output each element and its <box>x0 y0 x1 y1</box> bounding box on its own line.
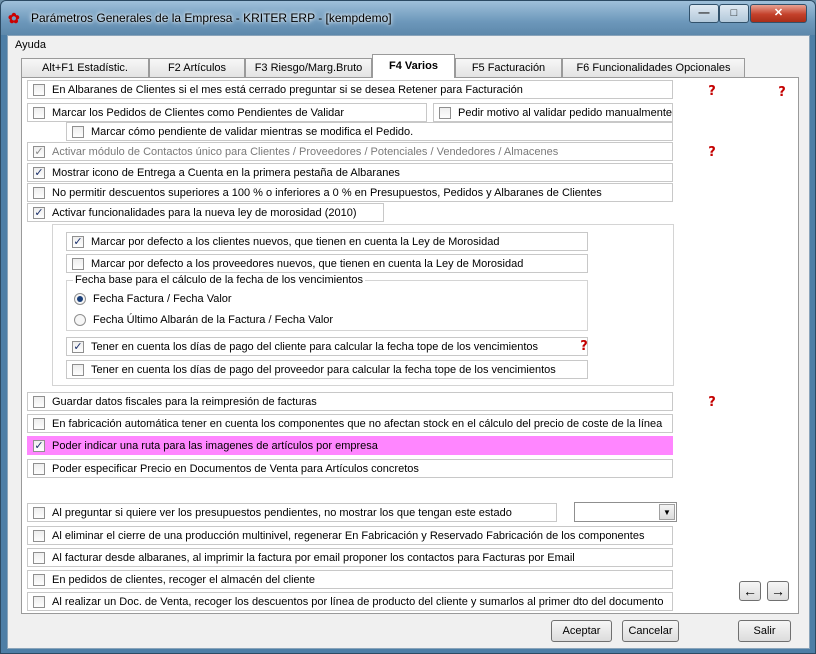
option-pendientes-validar[interactable]: ✓ Marcar los Pedidos de Clientes como Pe… <box>27 103 427 122</box>
checkbox[interactable]: ✓ <box>33 463 45 475</box>
tab-varios[interactable]: F4 Varios <box>372 54 455 78</box>
checkbox[interactable]: ✓ <box>439 107 451 119</box>
option-contactos-unico[interactable]: ✓ Activar módulo de Contactos único para… <box>27 142 673 161</box>
next-arrow-button[interactable]: → <box>767 581 789 601</box>
option-ruta-imagenes[interactable]: ✓ Poder indicar una ruta para las imagen… <box>27 436 673 455</box>
tab-riesgo[interactable]: F3 Riesgo/Marg.Bruto <box>245 58 372 77</box>
option-facturas-email[interactable]: ✓ Al facturar desde albaranes, al imprim… <box>27 548 673 567</box>
checkbox[interactable]: ✓ <box>72 236 84 248</box>
tab-articulos[interactable]: F2 Artículos <box>149 58 245 77</box>
option-clientes-morosidad[interactable]: ✓ Marcar por defecto a los clientes nuev… <box>66 232 588 251</box>
option-dias-pago-cliente[interactable]: ✓ Tener en cuenta los días de pago del c… <box>66 337 588 356</box>
minimize-button[interactable]: — <box>689 4 719 23</box>
option-label: Activar módulo de Contactos único para C… <box>52 146 559 158</box>
option-label: Al preguntar si quiere ver los presupues… <box>52 507 512 519</box>
main-window: ✿ Parámetros Generales de la Empresa - K… <box>0 0 816 654</box>
checkbox[interactable]: ✓ <box>33 207 45 219</box>
option-label: Poder indicar una ruta para las imagenes… <box>52 440 378 452</box>
checkbox[interactable]: ✓ <box>33 167 45 179</box>
tab-estadisticas[interactable]: Alt+F1 Estadístic. <box>21 58 149 77</box>
option-label: Marcar por defecto a los proveedores nue… <box>91 258 524 270</box>
option-almacen-cliente[interactable]: ✓ En pedidos de clientes, recoger el alm… <box>27 570 673 589</box>
prev-arrow-button[interactable]: ← <box>739 581 761 601</box>
menu-ayuda[interactable]: Ayuda <box>15 39 46 51</box>
checkbox[interactable]: ✓ <box>72 341 84 353</box>
option-retener-facturacion[interactable]: ✓ En Albaranes de Clientes si el mes est… <box>27 80 673 99</box>
option-label: En Albaranes de Clientes si el mes está … <box>52 84 523 96</box>
chevron-down-icon[interactable]: ▼ <box>659 504 675 520</box>
option-precio-articulos[interactable]: ✓ Poder especificar Precio en Documentos… <box>27 459 673 478</box>
option-datos-fiscales[interactable]: ✓ Guardar datos fiscales para la reimpre… <box>27 392 673 411</box>
window-title: Parámetros Generales de la Empresa - KRI… <box>31 11 392 25</box>
help-icon[interactable]: ? <box>774 86 790 100</box>
close-button[interactable]: ✕ <box>750 4 807 23</box>
cancel-button[interactable]: Cancelar <box>622 620 679 642</box>
help-icon[interactable]: ? <box>576 340 592 354</box>
checkbox[interactable]: ✓ <box>33 84 45 96</box>
option-descuentos-linea[interactable]: ✓ Al realizar un Doc. de Venta, recoger … <box>27 592 673 611</box>
option-label: Al facturar desde albaranes, al imprimir… <box>52 552 575 564</box>
checkbox[interactable]: ✓ <box>33 552 45 564</box>
option-cierre-produccion[interactable]: ✓ Al eliminar el cierre de una producció… <box>27 526 673 545</box>
checkbox[interactable]: ✓ <box>33 107 45 119</box>
checkbox[interactable]: ✓ <box>33 418 45 430</box>
option-label: Poder especificar Precio en Documentos d… <box>52 463 419 475</box>
checkbox[interactable]: ✓ <box>72 258 84 270</box>
help-icon[interactable]: ? <box>704 396 720 410</box>
checkbox[interactable]: ✓ <box>33 530 45 542</box>
option-label: Al realizar un Doc. de Venta, recoger lo… <box>52 596 664 608</box>
checkbox[interactable]: ✓ <box>33 146 45 158</box>
tab-panel-varios: ✓ En Albaranes de Clientes si el mes est… <box>21 77 799 614</box>
option-descuentos-limite[interactable]: ✓ No permitir descuentos superiores a 10… <box>27 183 673 202</box>
exit-button[interactable]: Salir <box>738 620 791 642</box>
help-icon[interactable]: ? <box>704 146 720 160</box>
checkbox[interactable]: ✓ <box>33 187 45 199</box>
option-proveedores-morosidad[interactable]: ✓ Marcar por defecto a los proveedores n… <box>66 254 588 273</box>
maximize-button[interactable]: □ <box>719 4 749 23</box>
estado-dropdown[interactable]: ▼ <box>574 502 677 522</box>
checkbox[interactable]: ✓ <box>33 574 45 586</box>
option-label: Al eliminar el cierre de una producción … <box>52 530 645 542</box>
checkbox[interactable]: ✓ <box>33 596 45 608</box>
option-dias-pago-proveedor[interactable]: ✓ Tener en cuenta los días de pago del p… <box>66 360 588 379</box>
radio-label: Fecha Factura / Fecha Valor <box>93 293 232 305</box>
radio-fecha-albaran[interactable] <box>74 314 86 326</box>
option-label: Marcar los Pedidos de Clientes como Pend… <box>52 107 345 119</box>
option-pendiente-mientras-modifica[interactable]: ✓ Marcar cómo pendiente de validar mient… <box>66 122 673 141</box>
window-client: Ayuda Alt+F1 Estadístic. F2 Artículos F3… <box>7 35 810 649</box>
option-label: Tener en cuenta los días de pago del pro… <box>91 364 556 376</box>
option-label: Marcar por defecto a los clientes nuevos… <box>91 236 500 248</box>
tab-funcionalidades[interactable]: F6 Funcionalidades Opcionales <box>562 58 745 77</box>
title-bar[interactable]: ✿ Parámetros Generales de la Empresa - K… <box>1 1 815 35</box>
option-label: En pedidos de clientes, recoger el almac… <box>52 574 315 586</box>
option-label: Mostrar icono de Entrega a Cuenta en la … <box>52 167 400 179</box>
option-label: Guardar datos fiscales para la reimpresi… <box>52 396 317 408</box>
checkbox[interactable]: ✓ <box>72 364 84 376</box>
radio-fecha-factura[interactable] <box>74 293 86 305</box>
option-entrega-cuenta[interactable]: ✓ Mostrar icono de Entrega a Cuenta en l… <box>27 163 673 182</box>
accept-button[interactable]: Aceptar <box>551 620 612 642</box>
option-ley-morosidad[interactable]: ✓ Activar funcionalidades para la nueva … <box>27 203 384 222</box>
option-label: Marcar cómo pendiente de validar mientra… <box>91 126 414 138</box>
checkbox[interactable]: ✓ <box>33 396 45 408</box>
tab-facturacion[interactable]: F5 Facturación <box>455 58 562 77</box>
fecha-base-title: Fecha base para el cálculo de la fecha d… <box>73 274 366 286</box>
app-logo-icon: ✿ <box>8 10 20 26</box>
radio-label: Fecha Último Albarán de la Factura / Fec… <box>93 314 334 326</box>
option-pedir-motivo[interactable]: ✓ Pedir motivo al validar pedido manualm… <box>433 103 673 122</box>
option-fabricacion-componentes[interactable]: ✓ En fabricación automática tener en cue… <box>27 414 673 433</box>
checkbox[interactable]: ✓ <box>72 126 84 138</box>
checkbox[interactable]: ✓ <box>33 507 45 519</box>
option-presupuestos-estado[interactable]: ✓ Al preguntar si quiere ver los presupu… <box>27 503 557 522</box>
option-label: Tener en cuenta los días de pago del cli… <box>91 341 539 353</box>
help-icon[interactable]: ? <box>704 85 720 99</box>
option-label: Pedir motivo al validar pedido manualmen… <box>458 107 673 119</box>
option-label: Activar funcionalidades para la nueva le… <box>52 207 357 219</box>
menu-bar: Ayuda <box>8 36 809 55</box>
option-label: En fabricación automática tener en cuent… <box>52 418 663 430</box>
option-label: No permitir descuentos superiores a 100 … <box>52 187 602 199</box>
checkbox[interactable]: ✓ <box>33 440 45 452</box>
